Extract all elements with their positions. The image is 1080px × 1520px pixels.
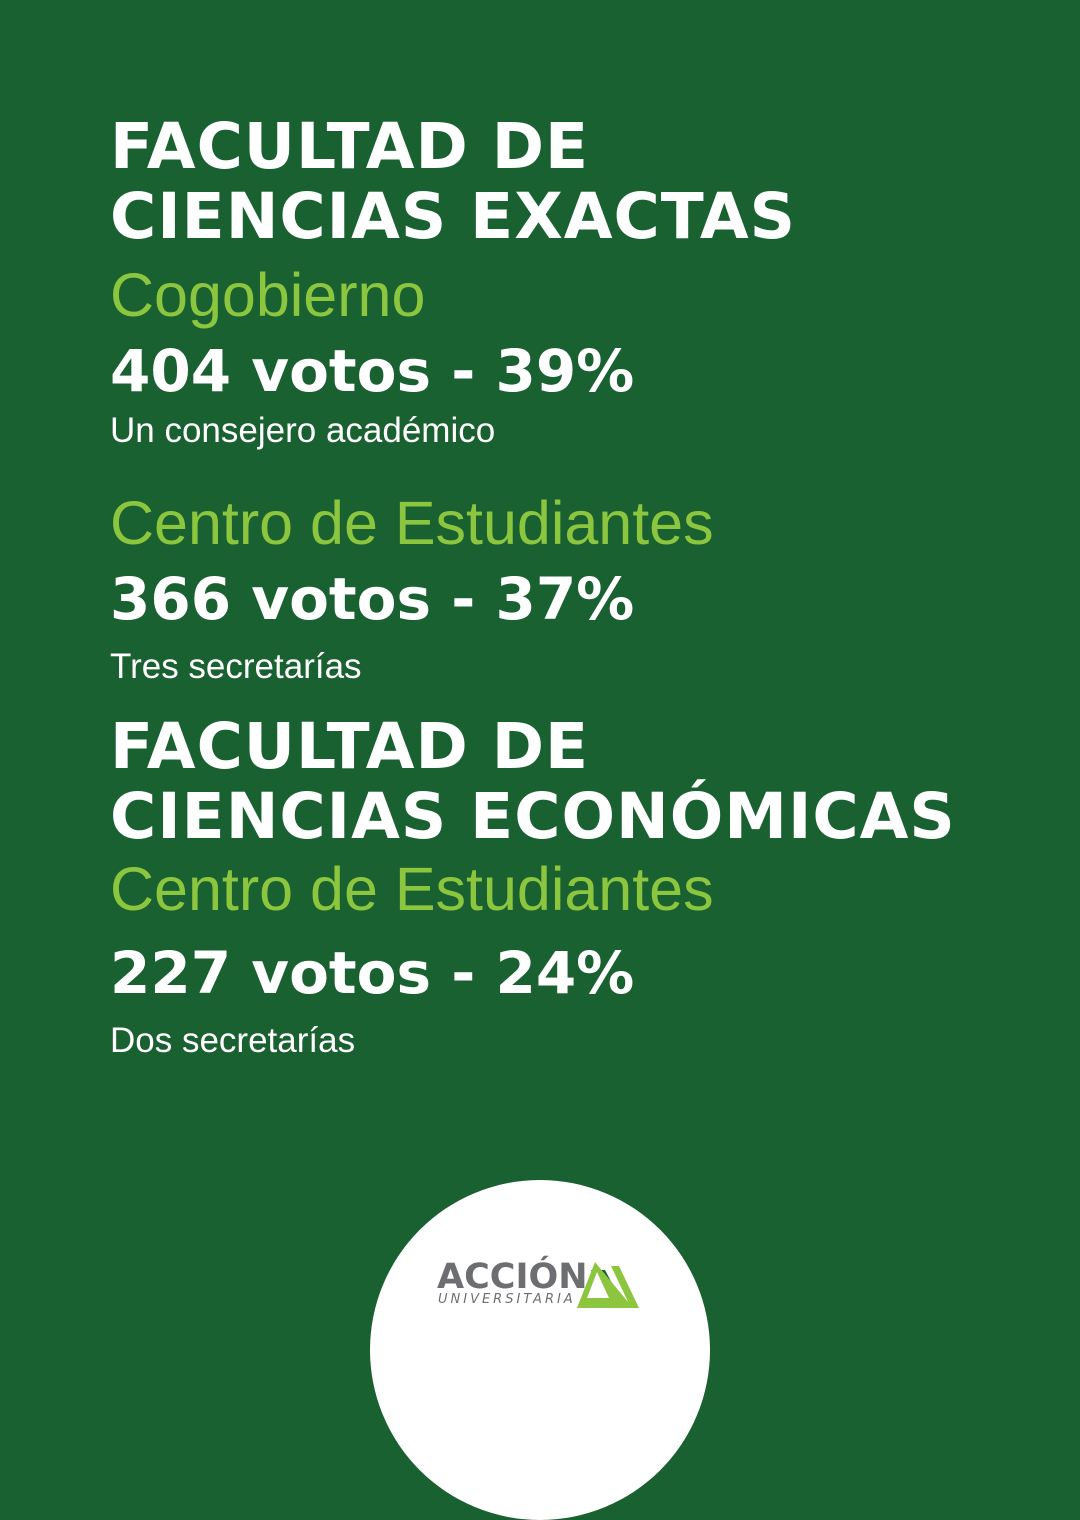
faculty-title-line1: FACULTAD DE bbox=[110, 710, 590, 783]
result-note: Un consejero académico bbox=[110, 411, 496, 450]
category-label-centro: Centro de Estudiantes bbox=[110, 489, 714, 557]
votes-result: 366 votos - 37% bbox=[110, 565, 635, 633]
result-note: Dos secretarías bbox=[110, 1021, 356, 1060]
logo-badge bbox=[370, 1180, 710, 1520]
faculty-title-economicas: FACULTAD DE CIENCIAS ECONÓMICAS bbox=[110, 712, 1040, 852]
result-note: Tres secretarías bbox=[110, 647, 362, 686]
mountain-logo-icon bbox=[577, 1262, 639, 1308]
accion-universitaria-logo: ACCIÓN UNIVERSITARIA bbox=[437, 1258, 667, 1318]
faculty-title-line2: CIENCIAS EXACTAS bbox=[110, 180, 796, 253]
votes-result: 227 votos - 24% bbox=[110, 939, 635, 1007]
category-label-cogobierno: Cogobierno bbox=[110, 261, 426, 329]
faculty-title-exactas: FACULTAD DE CIENCIAS EXACTAS bbox=[110, 112, 1040, 252]
logo-wordmark: ACCIÓN bbox=[437, 1257, 588, 1297]
votes-result: 404 votos - 39% bbox=[110, 337, 635, 405]
category-label-centro: Centro de Estudiantes bbox=[110, 855, 714, 923]
logo-subtitle: UNIVERSITARIA bbox=[438, 1292, 576, 1307]
faculty-title-line2: CIENCIAS ECONÓMICAS bbox=[110, 780, 956, 853]
faculty-title-line1: FACULTAD DE bbox=[110, 110, 590, 183]
results-content: FACULTAD DE CIENCIAS EXACTAS Cogobierno … bbox=[110, 112, 1040, 1062]
